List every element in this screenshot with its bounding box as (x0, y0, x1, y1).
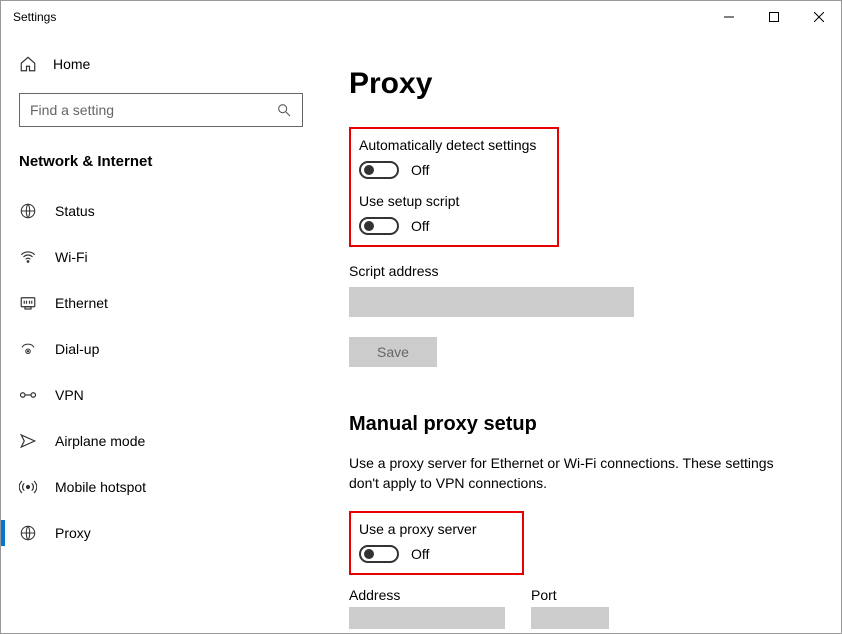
save-button[interactable]: Save (349, 337, 437, 367)
sidebar-item-label: Dial-up (55, 341, 99, 357)
address-label: Address (349, 587, 505, 603)
content-area: Home Find a setting Network & Internet S… (1, 33, 841, 633)
page-title: Proxy (349, 67, 811, 101)
highlight-auto-box: Automatically detect settings Off Use se… (349, 127, 559, 247)
highlight-proxy-box: Use a proxy server Off (349, 511, 524, 575)
setup-script-toggle[interactable] (359, 217, 399, 235)
address-port-row: Address Port (349, 587, 811, 629)
sidebar-item-airplane[interactable]: Airplane mode (1, 418, 321, 464)
sidebar-item-label: Wi-Fi (55, 249, 88, 265)
sidebar-item-ethernet[interactable]: Ethernet (1, 280, 321, 326)
sidebar: Home Find a setting Network & Internet S… (1, 33, 321, 633)
sidebar-nav: Status Wi-Fi Ethernet (1, 188, 321, 556)
sidebar-item-status[interactable]: Status (1, 188, 321, 234)
home-icon (19, 55, 37, 73)
auto-detect-label: Automatically detect settings (359, 137, 543, 153)
minimize-button[interactable] (706, 1, 751, 33)
wifi-icon (19, 248, 37, 266)
hotspot-icon (19, 478, 37, 496)
search-placeholder: Find a setting (30, 102, 114, 118)
search-input[interactable]: Find a setting (19, 93, 303, 127)
port-label: Port (531, 587, 609, 603)
airplane-icon (19, 432, 37, 450)
sidebar-section-title: Network & Internet (1, 139, 321, 188)
settings-window: Settings Home Find a setting (0, 0, 842, 634)
vpn-icon (19, 388, 37, 402)
sidebar-item-hotspot[interactable]: Mobile hotspot (1, 464, 321, 510)
port-input[interactable] (531, 607, 609, 629)
setup-script-state: Off (411, 218, 429, 234)
use-proxy-toggle[interactable] (359, 545, 399, 563)
window-controls (706, 1, 841, 33)
sidebar-item-label: Airplane mode (55, 433, 145, 449)
auto-detect-state: Off (411, 162, 429, 178)
script-address-label: Script address (349, 263, 811, 279)
sidebar-item-dialup[interactable]: Dial-up (1, 326, 321, 372)
sidebar-item-label: Proxy (55, 525, 91, 541)
save-button-label: Save (377, 344, 409, 360)
home-link[interactable]: Home (1, 43, 321, 85)
status-icon (19, 202, 37, 220)
sidebar-item-label: VPN (55, 387, 84, 403)
sidebar-item-vpn[interactable]: VPN (1, 372, 321, 418)
manual-section-header: Manual proxy setup (349, 413, 811, 436)
setup-script-label: Use setup script (359, 193, 543, 209)
sidebar-item-label: Ethernet (55, 295, 108, 311)
ethernet-icon (19, 294, 37, 312)
manual-section-desc: Use a proxy server for Ethernet or Wi-Fi… (349, 454, 779, 493)
auto-detect-toggle[interactable] (359, 161, 399, 179)
window-title: Settings (13, 10, 56, 24)
sidebar-item-wifi[interactable]: Wi-Fi (1, 234, 321, 280)
sidebar-item-proxy[interactable]: Proxy (1, 510, 321, 556)
sidebar-item-label: Mobile hotspot (55, 479, 146, 495)
home-label: Home (53, 56, 90, 72)
address-input[interactable] (349, 607, 505, 629)
main-panel: Proxy Automatically detect settings Off … (321, 33, 841, 633)
search-icon (276, 102, 292, 118)
titlebar: Settings (1, 1, 841, 33)
proxy-icon (19, 524, 37, 542)
use-proxy-label: Use a proxy server (359, 521, 508, 537)
dialup-icon (19, 340, 37, 358)
use-proxy-state: Off (411, 546, 429, 562)
script-address-input[interactable] (349, 287, 634, 317)
sidebar-item-label: Status (55, 203, 95, 219)
maximize-button[interactable] (751, 1, 796, 33)
close-button[interactable] (796, 1, 841, 33)
